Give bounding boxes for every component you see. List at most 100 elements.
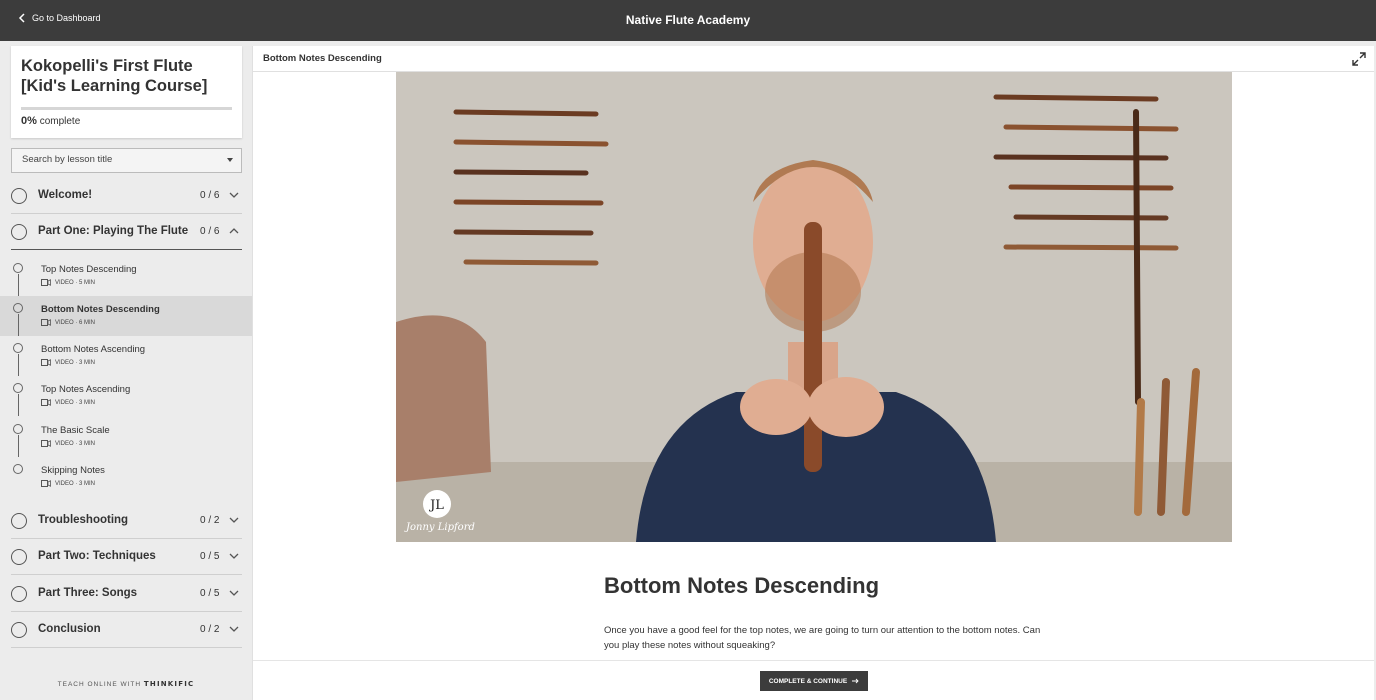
lesson-meta: VIDEO · 3 MIN <box>41 480 95 487</box>
lesson-description: Once you have a good feel for the top no… <box>604 625 1041 651</box>
lesson-duration: VIDEO · 3 MIN <box>55 440 96 447</box>
chevron-down-icon <box>229 553 239 559</box>
progress-bar <box>21 107 232 110</box>
lesson-item[interactable]: The Basic Scale VIDEO · 3 MIN <box>0 417 252 457</box>
lesson-duration: VIDEO · 5 MIN <box>55 279 96 286</box>
chapter-part-two[interactable]: Part Two: Techniques 0 / 5 <box>0 539 252 575</box>
chapter-status-icon <box>11 513 27 529</box>
chapter-status-icon <box>11 549 27 565</box>
progress-suffix: complete <box>39 116 81 127</box>
chapter-title: Part Two: Techniques <box>38 550 156 562</box>
chapter-count: 0 / 2 <box>200 624 220 635</box>
lesson-item[interactable]: Top Notes Ascending VIDEO · 3 MIN <box>0 376 252 416</box>
lesson-status-icon <box>13 303 23 313</box>
chapter-status-icon <box>11 188 27 204</box>
lesson-status-icon <box>13 263 23 273</box>
video-icon <box>41 480 51 487</box>
site-title: Native Flute Academy <box>625 13 751 27</box>
lesson-connector <box>18 394 19 416</box>
video-player[interactable]: JL Jonny Lipford <box>396 72 1232 542</box>
chapter-title: Welcome! <box>38 189 93 201</box>
lesson-heading: Bottom Notes Descending <box>604 573 880 598</box>
video-watermark: Jonny Lipford <box>404 522 475 533</box>
lesson-title: Top Notes Ascending <box>41 384 131 395</box>
chapter-title: Part One: Playing The Flute <box>38 225 189 237</box>
lesson-search-select[interactable]: Search by lesson title <box>11 148 242 173</box>
lesson-meta: VIDEO · 3 MIN <box>41 399 95 406</box>
chapter-conclusion[interactable]: Conclusion 0 / 2 <box>0 612 252 648</box>
chapter-part-one[interactable]: Part One: Playing The Flute 0 / 6 <box>0 214 252 250</box>
thinkific-brand: THINKIFIC <box>143 680 195 688</box>
lesson-meta: VIDEO · 3 MIN <box>41 359 95 366</box>
lesson-meta: VIDEO · 3 MIN <box>41 440 95 447</box>
lesson-status-icon <box>13 383 23 393</box>
chevron-up-icon <box>229 228 239 234</box>
course-title: Kokopelli's First Flute [Kid's Learning … <box>21 57 208 95</box>
lesson-title: Bottom Notes Ascending <box>41 344 146 355</box>
chevron-down-icon <box>229 192 239 198</box>
lesson-breadcrumb: Bottom Notes Descending <box>263 53 382 64</box>
lesson-header: Bottom Notes Descending <box>253 46 1374 72</box>
chevron-down-icon <box>229 517 239 523</box>
lesson-title: Bottom Notes Descending <box>41 304 160 315</box>
lesson-status-icon <box>13 464 23 474</box>
chapter-welcome[interactable]: Welcome! 0 / 6 <box>0 178 252 214</box>
chapter-count: 0 / 6 <box>200 190 220 201</box>
lesson-connector <box>18 435 19 457</box>
lesson-status-icon <box>13 343 23 353</box>
chapter-count: 0 / 5 <box>200 588 220 599</box>
lesson-connector <box>18 354 19 376</box>
lesson-connector <box>18 314 19 336</box>
lesson-title: Skipping Notes <box>41 465 105 476</box>
teach-online-footer[interactable]: TEACH ONLINE WITH THINKIFIC <box>0 680 252 688</box>
video-icon <box>41 440 51 447</box>
armchair-graphic <box>396 315 491 482</box>
lesson-item[interactable]: Skipping Notes VIDEO · 3 MIN <box>0 457 252 497</box>
expand-icon[interactable] <box>1352 52 1366 66</box>
divider <box>11 574 242 575</box>
chapter-title: Part Three: Songs <box>38 587 138 599</box>
lesson-duration: VIDEO · 3 MIN <box>55 359 96 366</box>
video-icon <box>41 359 51 366</box>
lesson-meta: VIDEO · 6 MIN <box>41 319 95 326</box>
chapter-status-icon <box>11 622 27 638</box>
chevron-down-icon <box>229 626 239 632</box>
complete-and-continue-label: COMPLETE & CONTINUE <box>768 677 848 685</box>
chapter-troubleshooting[interactable]: Troubleshooting 0 / 2 <box>0 503 252 539</box>
lesson-duration: VIDEO · 6 MIN <box>55 319 96 326</box>
video-icon <box>41 279 51 286</box>
lesson-status-icon <box>13 424 23 434</box>
caret-down-icon <box>227 158 233 162</box>
chapter-title: Conclusion <box>38 623 101 635</box>
chapter-part-three[interactable]: Part Three: Songs 0 / 5 <box>0 576 252 612</box>
progress-value: 0% <box>21 115 37 127</box>
progress-text: 0% complete <box>21 115 80 127</box>
video-frame: JL Jonny Lipford <box>396 72 1232 542</box>
chapter-count: 0 / 2 <box>200 515 220 526</box>
chapter-status-icon <box>11 224 27 240</box>
lesson-duration: VIDEO · 3 MIN <box>55 480 96 487</box>
video-logo: JL <box>428 498 444 513</box>
lesson-footer: COMPLETE & CONTINUE <box>253 660 1374 700</box>
lesson-title: Top Notes Descending <box>41 264 137 275</box>
video-icon <box>41 319 51 326</box>
complete-and-continue-button[interactable]: COMPLETE & CONTINUE <box>760 671 868 691</box>
lesson-meta: VIDEO · 5 MIN <box>41 279 95 286</box>
lesson-title: The Basic Scale <box>41 425 110 436</box>
lesson-item[interactable]: Bottom Notes Ascending VIDEO · 3 MIN <box>0 336 252 376</box>
lesson-item[interactable]: Top Notes Descending VIDEO · 5 MIN <box>0 256 252 296</box>
arrow-right-icon <box>852 678 859 684</box>
lesson-search-placeholder: Search by lesson title <box>22 154 113 165</box>
course-sidebar: Kokopelli's First Flute [Kid's Learning … <box>0 41 252 700</box>
divider <box>11 249 242 250</box>
top-bar: Go to Dashboard Native Flute Academy <box>0 0 1376 41</box>
lesson-content: Bottom Notes Descending JL Jonny Lipford… <box>252 46 1374 700</box>
teach-online-prefix: TEACH ONLINE WITH <box>57 681 142 688</box>
chevron-down-icon <box>229 590 239 596</box>
chapter-count: 0 / 5 <box>200 551 220 562</box>
lesson-connector <box>18 274 19 296</box>
lesson-duration: VIDEO · 3 MIN <box>55 399 96 406</box>
chapter-count: 0 / 6 <box>200 226 220 237</box>
lesson-item-active[interactable]: Bottom Notes Descending VIDEO · 6 MIN <box>0 296 252 336</box>
chapter-status-icon <box>11 586 27 602</box>
